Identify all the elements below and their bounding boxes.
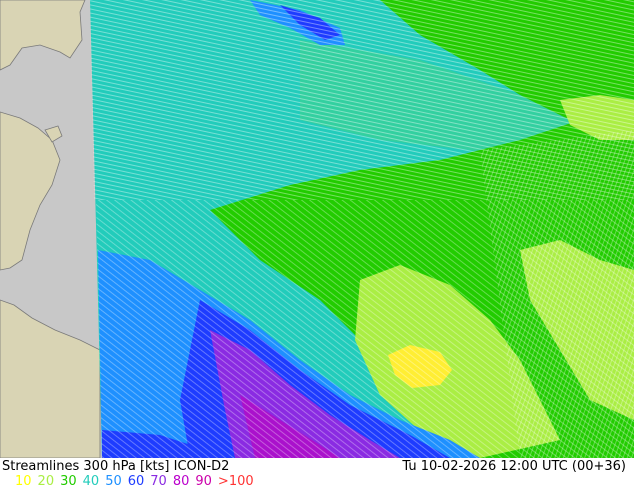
legend-item: 80 [172, 474, 190, 489]
legend-item: 30 [60, 474, 77, 489]
caption-bar: Streamlines 300 hPa [kts] ICON-D2 Tu 10-… [0, 458, 634, 490]
map-title: Streamlines 300 hPa [kts] ICON-D2 [2, 459, 230, 474]
map-canvas [0, 0, 634, 458]
valid-time: Tu 10-02-2026 12:00 UTC (00+36) [402, 459, 626, 474]
legend-item: 60 [127, 474, 145, 489]
streamline-map [0, 0, 634, 458]
legend-item: 20 [37, 474, 55, 489]
legend-item: 40 [82, 474, 100, 489]
map-frame: Streamlines 300 hPa [kts] ICON-D2 Tu 10-… [0, 0, 634, 490]
speed-legend: 10 20 30 40 50 60 70 80 90 >100 [15, 474, 260, 489]
legend-item: 10 [15, 474, 32, 489]
legend-item: >100 [217, 474, 254, 489]
legend-item: 50 [105, 474, 122, 489]
legend-item: 70 [150, 474, 167, 489]
legend-item: 90 [195, 474, 212, 489]
